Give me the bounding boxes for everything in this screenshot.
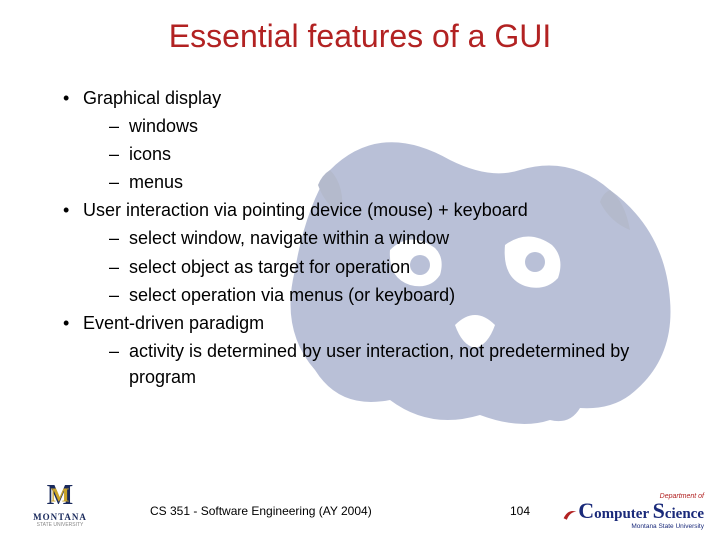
montana-logo-text: MONTANA [20,512,100,522]
sub-bullet-item: select operation via menus (or keyboard) [83,282,675,308]
slide-title: Essential features of a GUI [0,18,720,55]
montana-m-icon: MM [20,482,100,510]
slide-body: Graphical display windowsiconsmenus User i… [55,85,675,392]
slide-footer: MM MONTANA STATE UNIVERSITY CS 351 - Sof… [0,470,720,540]
sub-bullet-list: windowsiconsmenus [83,113,675,195]
sub-bullet-item: select window, navigate within a window [83,225,675,251]
page-number: 104 [510,504,530,518]
bullet-item: Graphical display windowsiconsmenus [55,85,675,195]
cs-dept-label: Department of [549,493,704,500]
bullet-text: User interaction via pointing device (mo… [83,200,528,220]
sub-bullet-item: menus [83,169,675,195]
footer-course: CS 351 - Software Engineering (AY 2004) [150,504,372,518]
sub-bullet-item: icons [83,141,675,167]
sub-bullet-list: select window, navigate within a window s… [83,225,675,307]
bullet-list: Graphical display windowsiconsmenus User i… [55,85,675,390]
swoosh-icon [562,507,578,523]
sub-bullet-item: activity is determined by user interacti… [83,338,675,390]
sub-bullet-item: select object as target for operation [83,254,675,280]
bullet-text: Event-driven paradigm [83,313,264,333]
cs-dept-name: Computer Science [549,500,704,523]
slide: Essential features of a GUI Graphical di… [0,0,720,540]
bullet-item: User interaction via pointing device (mo… [55,197,675,307]
bullet-text: Graphical display [83,88,221,108]
cs-dept-logo: Department of Computer Science Montana S… [549,493,704,530]
cs-dept-uni: Montana State University [549,523,704,530]
bullet-item: Event-driven paradigm activity is determi… [55,310,675,390]
montana-logo: MM MONTANA STATE UNIVERSITY [20,482,100,528]
sub-bullet-item: windows [83,113,675,139]
sub-bullet-list: activity is determined by user interacti… [83,338,675,390]
montana-logo-sub: STATE UNIVERSITY [20,522,100,528]
